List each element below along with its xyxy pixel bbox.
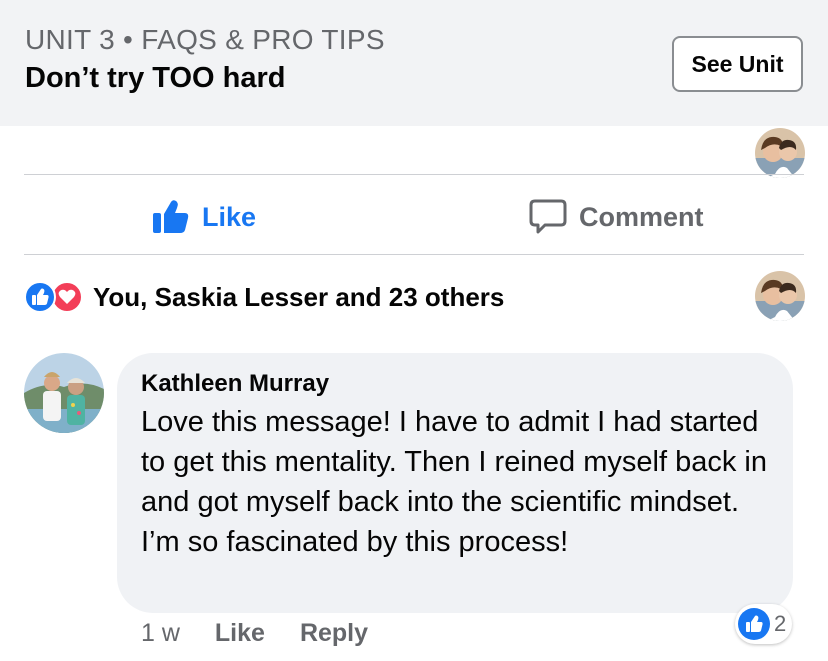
like-reaction-icon: [738, 608, 770, 640]
reaction-count: 2: [774, 611, 787, 636]
comment-author[interactable]: Kathleen Murray: [141, 370, 329, 398]
comment-button[interactable]: Comment: [529, 194, 704, 240]
divider: [24, 254, 804, 255]
commenter-avatar[interactable]: [24, 353, 104, 433]
comment-text: Love this message! I have to admit I had…: [141, 406, 767, 558]
see-unit-button[interactable]: See Unit: [672, 36, 803, 92]
unit-header: UNIT 3 • FAQS & PRO TIPS Don’t try TOO h…: [0, 0, 828, 126]
like-label: Like: [202, 201, 257, 232]
comment-reaction-count[interactable]: 2: [735, 604, 793, 644]
reactions-summary-text: You, Saskia Lesser and 23 others: [93, 281, 505, 312]
comment-bubble-icon: [529, 199, 567, 235]
like-reaction-icon: [24, 281, 56, 313]
thumbs-up-icon: [152, 199, 190, 235]
like-button[interactable]: Like: [152, 194, 256, 240]
comment-reply-button[interactable]: Reply: [300, 619, 368, 648]
reactions-summary[interactable]: You, Saskia Lesser and 23 others: [24, 280, 504, 314]
unit-title: Don’t try TOO hard: [25, 62, 286, 94]
divider: [24, 174, 804, 175]
unit-kicker: UNIT 3 • FAQS & PRO TIPS: [25, 24, 385, 55]
comment-meta: 1 w Like Reply: [141, 616, 368, 650]
comment-timestamp[interactable]: 1 w: [141, 619, 180, 648]
comment-like-button[interactable]: Like: [215, 619, 265, 648]
viewer-avatar[interactable]: [755, 128, 805, 178]
comment-label: Comment: [579, 201, 704, 232]
viewer-avatar[interactable]: [755, 271, 805, 321]
